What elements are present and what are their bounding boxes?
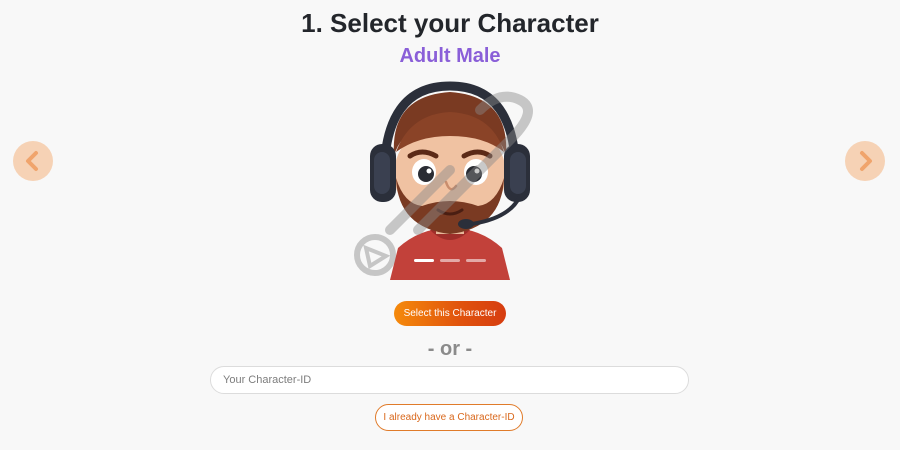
character-image [370, 81, 530, 280]
carousel-indicators [414, 259, 486, 262]
character-carousel[interactable] [360, 78, 540, 280]
character-select-page: 1. Select your Character Adult Male Sele… [0, 0, 900, 450]
page-title: 1. Select your Character [301, 8, 599, 38]
carousel-dot-3[interactable] [466, 259, 486, 262]
carousel-prev-button[interactable] [13, 141, 53, 181]
carousel-next-button[interactable] [845, 141, 885, 181]
character-id-input[interactable] [210, 366, 689, 394]
have-character-id-button[interactable]: I already have a Character-ID [375, 404, 523, 431]
carousel-dot-2[interactable] [440, 259, 460, 262]
select-character-button[interactable]: Select this Character [394, 301, 506, 326]
or-divider: - or - [427, 338, 473, 360]
character-name: Adult Male [399, 45, 501, 67]
chevron-left-icon [26, 151, 38, 171]
chevron-right-icon [860, 151, 872, 171]
carousel-dot-1[interactable] [414, 259, 434, 262]
